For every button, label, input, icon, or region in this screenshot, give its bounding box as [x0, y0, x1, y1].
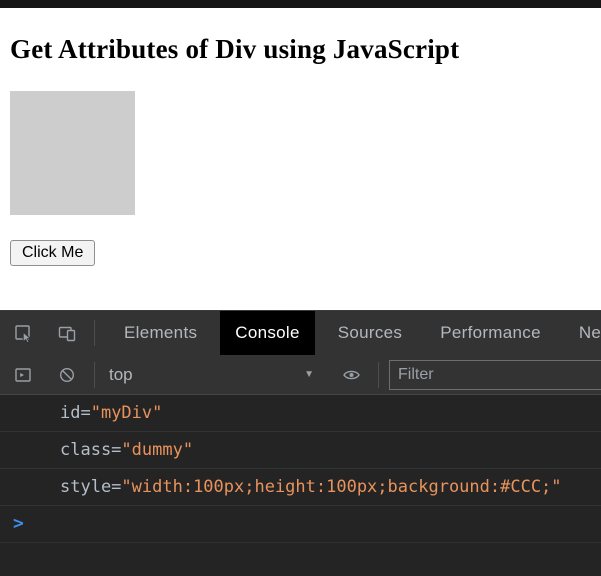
toolbar-divider: [378, 361, 379, 388]
click-me-button[interactable]: Click Me: [10, 240, 96, 266]
attr-name-text: style=: [60, 477, 122, 497]
page-title: Get Attributes of Div using JavaScript: [10, 34, 460, 64]
device-toolbar-button[interactable]: [52, 318, 82, 348]
inspect-cursor-icon: [14, 324, 32, 344]
execution-context-selector[interactable]: top ▼: [105, 365, 314, 385]
attr-name-text: class=: [60, 440, 122, 460]
clear-console-button[interactable]: [52, 360, 82, 390]
console-message: id="myDiv": [0, 395, 601, 432]
device-toolbar-icon: [58, 324, 76, 342]
console-toolbar: top ▼: [0, 355, 601, 395]
console-sidebar-icon: [14, 366, 32, 384]
toolbar-divider: [94, 361, 95, 388]
console-message: class="dummy": [0, 432, 601, 469]
console-prompt[interactable]: >: [0, 506, 601, 543]
context-selector-value: top: [109, 364, 133, 384]
console-message: style="width:100px;height:100px;backgrou…: [0, 469, 601, 506]
toolbar-divider: [94, 320, 95, 346]
tab-performance[interactable]: Performance: [425, 311, 556, 355]
eye-icon: [342, 368, 361, 382]
tab-sources[interactable]: Sources: [323, 311, 417, 355]
inspect-element-button[interactable]: [8, 318, 38, 348]
browser-top-strip: [0, 0, 601, 8]
devtools-panel: Elements Console Sources Performance Ne t…: [0, 310, 601, 576]
live-expression-button[interactable]: [336, 360, 366, 390]
console-prompt-icon: >: [13, 513, 24, 534]
console-output: id="myDiv" class="dummy" style="width:10…: [0, 395, 601, 543]
clear-console-icon: [58, 366, 76, 384]
devtools-tab-bar: Elements Console Sources Performance Net…: [0, 311, 601, 355]
demo-div: [10, 91, 135, 215]
attr-value-text: "myDiv": [90, 403, 163, 423]
console-sidebar-toggle-button[interactable]: [8, 360, 38, 390]
attr-name-text: id=: [60, 403, 91, 423]
tab-network[interactable]: Network: [564, 311, 601, 355]
chevron-down-icon: ▼: [304, 369, 314, 380]
web-page: Get Attributes of Div using JavaScript C…: [0, 8, 601, 310]
tab-console[interactable]: Console: [220, 311, 315, 355]
attr-value-text: "width:100px;height:100px;background:#CC…: [121, 477, 562, 497]
attr-value-text: "dummy": [121, 440, 194, 460]
console-filter-input[interactable]: [389, 359, 601, 390]
tab-elements[interactable]: Elements: [109, 311, 212, 355]
